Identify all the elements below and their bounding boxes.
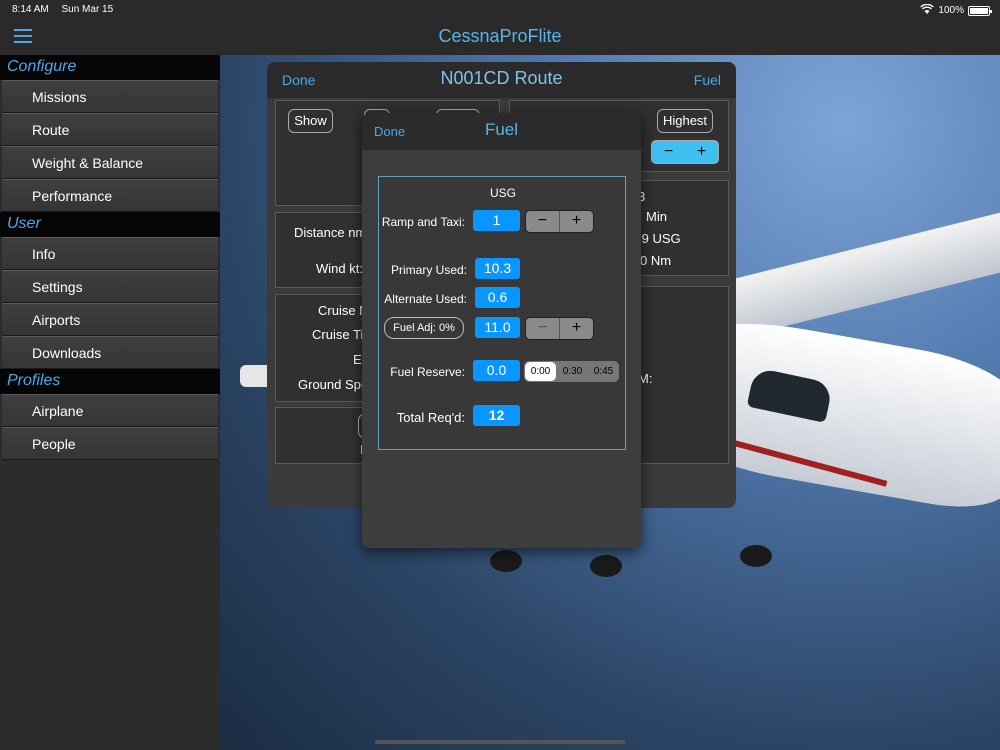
fuel-popup: Done Fuel USG Ramp and Taxi: 1 − + Prima…	[362, 113, 641, 548]
sidebar-item-people[interactable]: People	[2, 427, 218, 460]
reserve-option-0-00[interactable]: 0:00	[525, 362, 556, 381]
altitude-plus-button[interactable]: +	[685, 141, 718, 163]
reserve-option-0-30[interactable]: 0:30	[557, 361, 588, 382]
status-date: Sun Mar 15	[61, 4, 114, 15]
battery-icon	[968, 5, 992, 16]
reserve-time-segmented-control[interactable]: 0:00 0:30 0:45	[524, 361, 619, 382]
wifi-icon	[920, 3, 935, 17]
sidebar-item-missions[interactable]: Missions	[2, 80, 218, 113]
status-time: 8:14 AM	[12, 4, 49, 15]
app-title: CessnaProFlite	[438, 26, 562, 46]
ramp-taxi-label: Ramp and Taxi:	[381, 215, 465, 229]
sidebar-item-downloads[interactable]: Downloads	[2, 336, 218, 369]
route-title: N001CD Route	[440, 68, 563, 88]
fuel-header: Done Fuel	[362, 113, 641, 150]
sidebar-item-settings[interactable]: Settings	[2, 270, 218, 303]
ramp-taxi-value[interactable]: 1	[473, 210, 520, 231]
section-header-profiles: Profiles	[0, 369, 220, 394]
alternate-used-value: 0.6	[475, 287, 520, 308]
fuel-adj-minus-button[interactable]: −	[526, 318, 559, 339]
fuel-adj-plus-button[interactable]: +	[560, 318, 593, 339]
altitude-minus-button[interactable]: −	[652, 141, 685, 163]
altitude-stepper[interactable]: − +	[651, 140, 719, 164]
total-required-value: 12	[473, 405, 520, 426]
primary-used-label: Primary Used:	[390, 263, 467, 277]
sidebar-item-airplane[interactable]: Airplane	[2, 394, 218, 427]
primary-used-value: 10.3	[475, 258, 520, 279]
ramp-minus-button[interactable]: −	[526, 211, 559, 232]
ramp-plus-button[interactable]: +	[560, 211, 593, 232]
fuel-adj-value: 11.0	[475, 317, 520, 338]
status-bar: 8:14 AM Sun Mar 15 100%	[0, 0, 1000, 20]
home-indicator	[375, 740, 625, 744]
sidebar-item-info[interactable]: Info	[2, 237, 218, 270]
sidebar-item-performance[interactable]: Performance	[2, 179, 218, 212]
sidebar-item-route[interactable]: Route	[2, 113, 218, 146]
show-button[interactable]: Show	[288, 109, 333, 133]
sidebar-item-weight-balance[interactable]: Weight & Balance	[2, 146, 218, 179]
fuel-title: Fuel	[484, 120, 519, 139]
summary-min: Min	[646, 209, 667, 224]
section-header-configure: Configure	[0, 55, 220, 80]
fuel-unit-label: USG	[489, 186, 516, 200]
fuel-box: USG Ramp and Taxi: 1 − + Primary Used: 1…	[378, 176, 626, 450]
reserve-option-0-45[interactable]: 0:45	[588, 361, 619, 382]
section-header-user: User	[0, 212, 220, 237]
fuel-reserve-label: Fuel Reserve:	[390, 365, 465, 379]
distance-label: Distance nm:	[294, 225, 370, 240]
total-required-label: Total Req'd:	[396, 410, 465, 425]
wind-label: Wind kt:	[316, 261, 363, 276]
route-header: Done N001CD Route Fuel	[267, 62, 736, 98]
highest-button[interactable]: Highest	[657, 109, 713, 133]
nav-bar: CessnaProFlite	[0, 20, 1000, 55]
ramp-taxi-stepper[interactable]: − +	[525, 210, 594, 233]
fuel-reserve-value: 0.0	[473, 360, 520, 381]
summary-nm: 0 Nm	[640, 253, 672, 268]
sidebar-item-airports[interactable]: Airports	[2, 303, 218, 336]
route-fuel-button[interactable]: Fuel	[694, 72, 721, 88]
cruise-n-label: Cruise N	[318, 303, 369, 318]
alternate-used-label: Alternate Used:	[384, 292, 467, 306]
summary-usg: .9 USG	[638, 231, 681, 246]
sidebar: Configure Missions Route Weight & Balanc…	[0, 55, 220, 750]
fuel-adj-stepper[interactable]: − +	[525, 317, 594, 340]
fuel-adj-button[interactable]: Fuel Adj: 0%	[384, 317, 464, 339]
battery-percent: 100%	[938, 5, 964, 16]
